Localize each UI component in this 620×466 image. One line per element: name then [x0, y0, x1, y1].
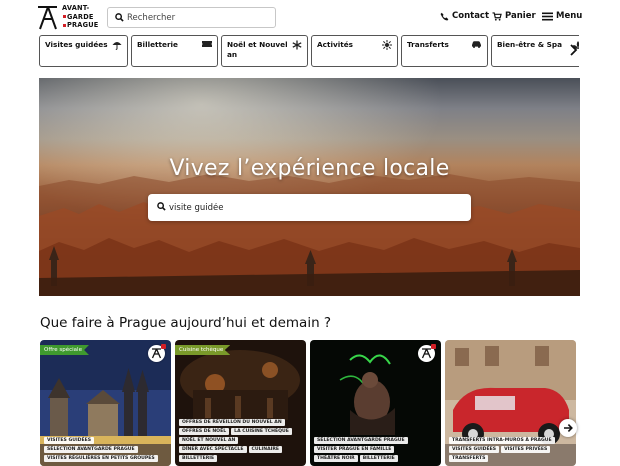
category-label: Activités [317, 40, 353, 49]
card-tag[interactable]: VISITES PRIVÉES [501, 446, 551, 453]
section-title: Que faire à Prague aujourd’hui et demain… [40, 315, 332, 331]
card-ribbon: Cuisine tchèque [175, 345, 231, 355]
card-tag[interactable]: SÉLECTION AVANTGARDE PRAGUE [314, 437, 408, 444]
card-tags: OFFRES DE RÉVEILLON DU NOUVEL AN OFFRES … [179, 419, 303, 462]
category-noel-nouvel-an[interactable]: Noël et Nouvel an [221, 35, 308, 67]
contact-link[interactable]: Contact [440, 11, 489, 21]
menu-label: Menu [556, 11, 583, 21]
category-visites-guidees[interactable]: Visites guidées [39, 35, 128, 67]
card-tag[interactable]: BILLETTERIE [179, 455, 218, 462]
contact-label: Contact [452, 11, 490, 21]
logo-mark-icon [151, 348, 162, 359]
card-tags: VISITES GUIDÉES SÉLECTION AVANTGARDE PRA… [44, 437, 168, 462]
burst-icon [382, 40, 392, 50]
card-tag[interactable]: NOËL ET NOUVEL AN [179, 437, 239, 444]
hero-search-input[interactable] [169, 199, 459, 216]
ticket-icon [202, 41, 212, 47]
phone-icon [440, 12, 449, 20]
search-icon [115, 13, 124, 22]
category-label: Noël et Nouvel an [227, 40, 288, 59]
category-label: Transferts [407, 40, 449, 49]
category-activites[interactable]: Activités [311, 35, 398, 67]
menu-button[interactable]: Menu [542, 11, 582, 21]
logo-line-3: PRAGUE [62, 21, 98, 30]
activity-card[interactable]: Cuisine tchèque OFFRES DE RÉVEILLON DU N… [175, 340, 306, 466]
site-header: AVANT- GARDE PRAGUE Contact Panier Menu [0, 0, 620, 34]
category-transferts[interactable]: Transferts [401, 35, 488, 67]
card-tag[interactable]: VISITES GUIDÉES [44, 437, 95, 444]
card-tag[interactable]: CULINAIRE [248, 446, 283, 453]
hero-search[interactable] [148, 194, 471, 221]
card-tag[interactable]: VISITER PRAGUE EN FAMILLE [314, 446, 395, 453]
card-tag[interactable]: OFFRES DE RÉVEILLON DU NOUVEL AN [179, 419, 285, 426]
arrow-right-icon [564, 424, 573, 432]
card-tag[interactable]: TRANSFERTS INTRA-MUROS À PRAGUE [449, 437, 555, 444]
snowflake-icon [292, 40, 302, 50]
carousel-next-button[interactable] [559, 419, 577, 437]
card-tag[interactable]: VISITES GUIDÉES [449, 446, 500, 453]
card-tag[interactable]: THÉÂTRE NOIR [314, 455, 358, 462]
hero-banner: Vivez l’expérience locale [39, 78, 580, 296]
hero-cityscape-image [39, 174, 580, 296]
selection-badge [148, 344, 166, 362]
category-strip: Visites guidées Billetterie Noël et Nouv… [39, 35, 579, 67]
category-billetterie[interactable]: Billetterie [131, 35, 218, 67]
activity-card[interactable]: SÉLECTION AVANTGARDE PRAGUE VISITER PRAG… [310, 340, 441, 466]
category-label: Visites guidées [45, 40, 108, 49]
logo-line-1: AVANT- [62, 4, 90, 12]
card-tag[interactable]: LA CUISINE TCHÈQUE [231, 428, 292, 435]
avantgarde-logo[interactable]: AVANT- GARDE PRAGUE [37, 4, 99, 32]
card-tags: TRANSFERTS INTRA-MUROS À PRAGUE VISITES … [449, 437, 573, 462]
header-search[interactable] [107, 7, 276, 28]
category-label: Billetterie [137, 40, 178, 49]
card-tag[interactable]: DÎNER AVEC SPECTACLE [179, 446, 247, 453]
logo-line-2: GARDE [62, 13, 98, 22]
cart-icon [492, 11, 502, 21]
logo-mark-icon [421, 348, 432, 359]
activity-card[interactable]: TRANSFERTS INTRA-MUROS À PRAGUE VISITES … [445, 340, 576, 466]
card-tag[interactable]: BILLETTERIE [359, 455, 398, 462]
logo-mark-icon [38, 6, 57, 30]
umbrella-icon [112, 42, 122, 50]
search-icon [157, 202, 166, 211]
cart-link[interactable]: Panier [492, 11, 536, 21]
card-tag[interactable]: TRANSFERTS [449, 455, 489, 462]
activity-carousel: Offre spéciale VISITES GUIDÉES SÉLECTION… [40, 340, 580, 466]
cart-label: Panier [505, 11, 536, 21]
category-scroll-right-icon[interactable] [565, 42, 581, 58]
activity-card[interactable]: Offre spéciale VISITES GUIDÉES SÉLECTION… [40, 340, 171, 466]
card-tag[interactable]: SÉLECTION AVANTGARDE PRAGUE [44, 446, 138, 453]
selection-badge [418, 344, 436, 362]
hero-title: Vivez l’expérience locale [169, 156, 450, 181]
car-icon [472, 41, 481, 48]
card-ribbon: Offre spéciale [40, 345, 89, 355]
card-tag[interactable]: OFFRES DE NOËL [179, 428, 230, 435]
hamburger-icon [542, 12, 553, 20]
category-label: Bien-être & Spa [497, 40, 563, 49]
card-tags: SÉLECTION AVANTGARDE PRAGUE VISITER PRAG… [314, 437, 438, 462]
card-tag[interactable]: VISITES RÉGULIÈRES EN PETITS GROUPES [44, 455, 158, 462]
header-search-input[interactable] [127, 10, 267, 25]
